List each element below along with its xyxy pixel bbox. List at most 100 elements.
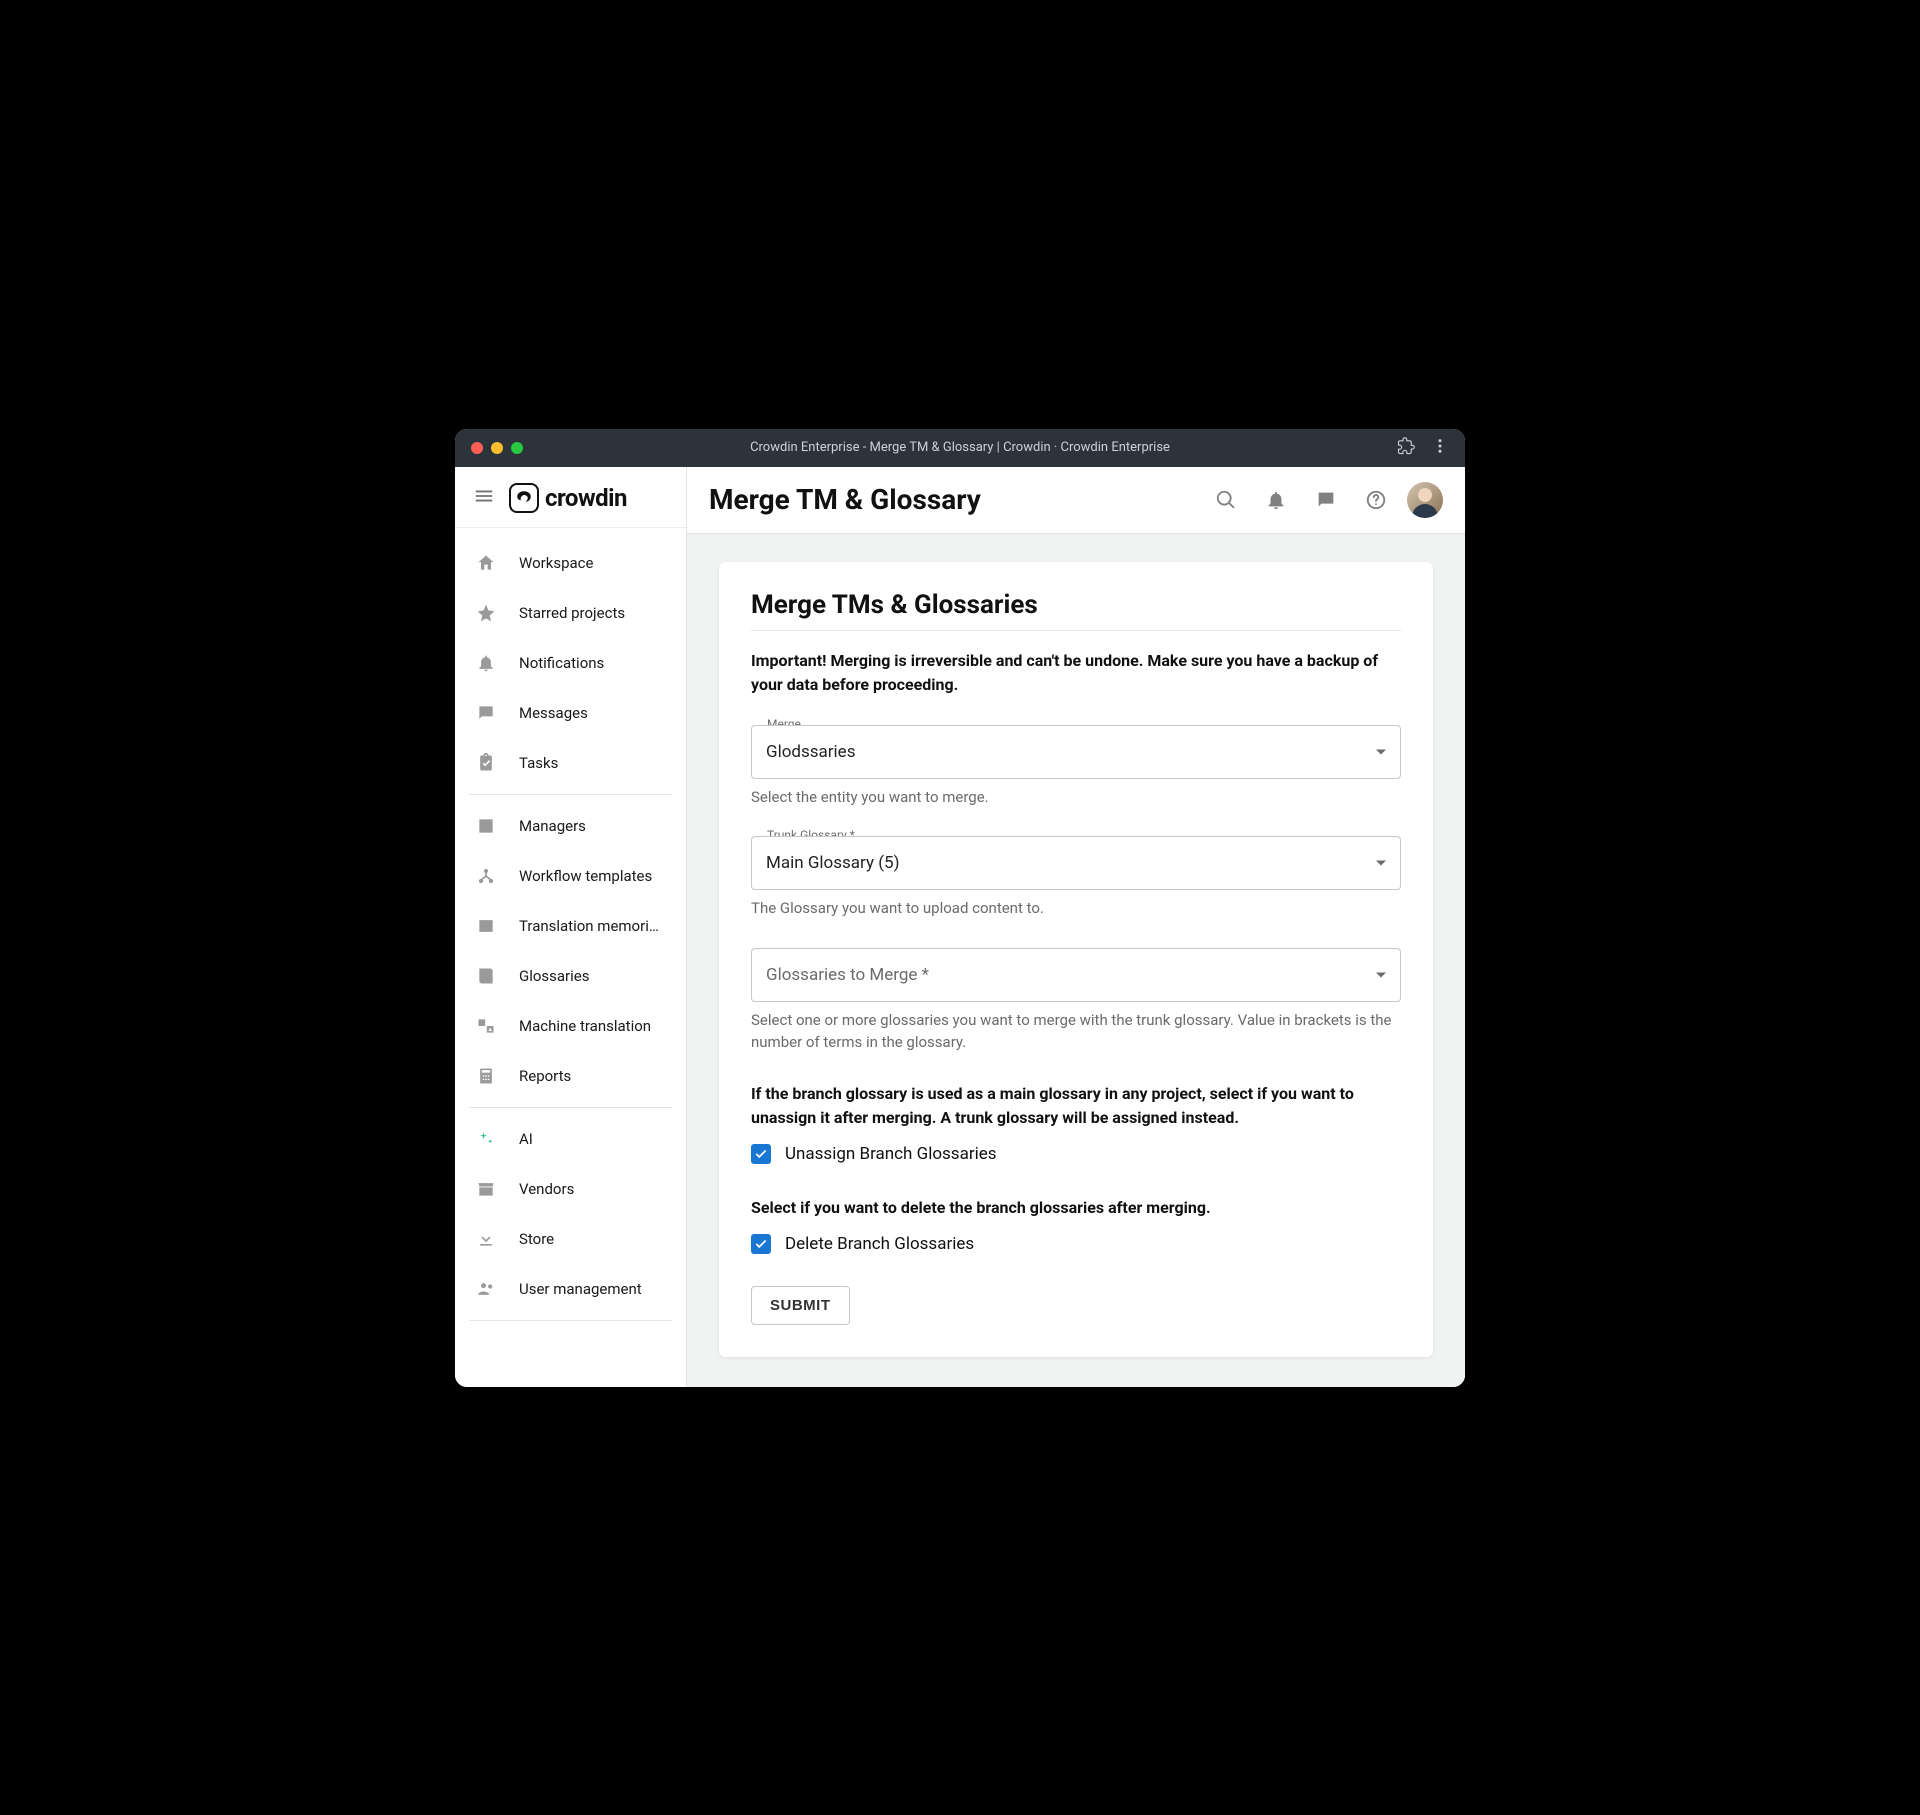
- logo-text: crowdin: [545, 484, 627, 512]
- minimize-window-button[interactable]: [491, 442, 503, 454]
- warning-text: Important! Merging is irreversible and c…: [751, 649, 1401, 697]
- unassign-text: If the branch glossary is used as a main…: [751, 1082, 1401, 1130]
- divider: [469, 794, 672, 795]
- select-value: Glodssaries: [766, 742, 855, 762]
- to-merge-field: Glossaries to Merge *: [751, 948, 1401, 1002]
- sidebar-item-users[interactable]: User management: [455, 1264, 686, 1314]
- delete-checkbox-row: Delete Branch Glossaries: [751, 1234, 1401, 1254]
- sidebar-item-tasks[interactable]: Tasks: [455, 738, 686, 788]
- sidebar-item-managers[interactable]: Managers: [455, 801, 686, 851]
- header: Merge TM & Glossary: [687, 467, 1465, 534]
- person-icon: [475, 815, 497, 837]
- avatar[interactable]: [1407, 482, 1443, 518]
- card-title: Merge TMs & Glossaries: [751, 590, 1401, 631]
- search-icon[interactable]: [1207, 481, 1245, 519]
- maximize-window-button[interactable]: [511, 442, 523, 454]
- sidebar-item-label: User management: [519, 1280, 642, 1298]
- chat-icon: [475, 702, 497, 724]
- chevron-down-icon: [1376, 861, 1386, 866]
- sidebar-item-ai[interactable]: AI: [455, 1114, 686, 1164]
- titlebar: Crowdin Enterprise - Merge TM & Glossary…: [455, 429, 1465, 467]
- divider: [469, 1107, 672, 1108]
- delete-text: Select if you want to delete the branch …: [751, 1196, 1401, 1220]
- chevron-down-icon: [1376, 973, 1386, 978]
- checkbox-label[interactable]: Unassign Branch Glossaries: [785, 1144, 997, 1164]
- page-title: Merge TM & Glossary: [709, 483, 1195, 516]
- storefront-icon: [475, 1178, 497, 1200]
- memory-icon: [475, 915, 497, 937]
- sidebar: crowdin Workspace Starred projects Notif…: [455, 467, 687, 1387]
- sidebar-item-label: Translation memori…: [519, 917, 659, 935]
- main: Merge TM & Glossary Merge TMs & Glossari…: [687, 467, 1465, 1387]
- sidebar-item-starred[interactable]: Starred projects: [455, 588, 686, 638]
- sidebar-nav: Workspace Starred projects Notifications…: [455, 528, 686, 1387]
- content: Merge TMs & Glossaries Important! Mergin…: [687, 534, 1465, 1387]
- trunk-select[interactable]: Main Glossary (5): [751, 836, 1401, 890]
- to-merge-select[interactable]: Glossaries to Merge *: [751, 948, 1401, 1002]
- sidebar-item-label: Managers: [519, 817, 586, 835]
- logo[interactable]: crowdin: [509, 483, 627, 513]
- sidebar-item-label: Machine translation: [519, 1017, 651, 1035]
- helper-text: Select the entity you want to merge.: [751, 787, 1401, 809]
- sidebar-item-label: Starred projects: [519, 604, 625, 622]
- chat-icon[interactable]: [1307, 481, 1345, 519]
- more-icon[interactable]: [1431, 437, 1449, 459]
- calculator-icon: [475, 1065, 497, 1087]
- sidebar-item-label: AI: [519, 1130, 533, 1148]
- sidebar-item-workflow[interactable]: Workflow templates: [455, 851, 686, 901]
- unassign-checkbox[interactable]: [751, 1144, 771, 1164]
- sidebar-item-label: Store: [519, 1230, 554, 1248]
- sidebar-item-mt[interactable]: Machine translation: [455, 1001, 686, 1051]
- download-icon: [475, 1228, 497, 1250]
- translate-icon: [475, 1015, 497, 1037]
- star-icon: [475, 602, 497, 624]
- logo-row: crowdin: [455, 467, 686, 528]
- divider: [469, 1320, 672, 1321]
- book-icon: [475, 965, 497, 987]
- app-window: Crowdin Enterprise - Merge TM & Glossary…: [455, 429, 1465, 1387]
- extensions-icon[interactable]: [1397, 437, 1415, 459]
- select-placeholder: Glossaries to Merge *: [766, 965, 929, 985]
- window-title: Crowdin Enterprise - Merge TM & Glossary…: [750, 440, 1170, 455]
- unassign-checkbox-row: Unassign Branch Glossaries: [751, 1144, 1401, 1164]
- sidebar-item-notifications[interactable]: Notifications: [455, 638, 686, 688]
- home-icon: [475, 552, 497, 574]
- sidebar-item-label: Reports: [519, 1067, 571, 1085]
- chevron-down-icon: [1376, 749, 1386, 754]
- bell-icon[interactable]: [1257, 481, 1295, 519]
- people-icon: [475, 1278, 497, 1300]
- helper-text: The Glossary you want to upload content …: [751, 898, 1401, 920]
- logo-mark-icon: [509, 483, 539, 513]
- clipboard-icon: [475, 752, 497, 774]
- sidebar-item-workspace[interactable]: Workspace: [455, 538, 686, 588]
- sparkle-icon: [475, 1128, 497, 1150]
- bell-icon: [475, 652, 497, 674]
- workflow-icon: [475, 865, 497, 887]
- sidebar-item-label: Messages: [519, 704, 588, 722]
- sidebar-item-label: Glossaries: [519, 967, 590, 985]
- helper-text: Select one or more glossaries you want t…: [751, 1010, 1401, 1054]
- hamburger-icon[interactable]: [473, 485, 495, 511]
- sidebar-item-messages[interactable]: Messages: [455, 688, 686, 738]
- trunk-field: Trunk Glossary * Main Glossary (5): [751, 836, 1401, 890]
- checkbox-label[interactable]: Delete Branch Glossaries: [785, 1234, 974, 1254]
- select-value: Main Glossary (5): [766, 853, 900, 873]
- delete-checkbox[interactable]: [751, 1234, 771, 1254]
- close-window-button[interactable]: [471, 442, 483, 454]
- sidebar-item-glossaries[interactable]: Glossaries: [455, 951, 686, 1001]
- sidebar-item-label: Workflow templates: [519, 867, 652, 885]
- merge-field: Merge Glodssaries: [751, 725, 1401, 779]
- sidebar-item-store[interactable]: Store: [455, 1214, 686, 1264]
- sidebar-item-label: Tasks: [519, 754, 558, 772]
- help-icon[interactable]: [1357, 481, 1395, 519]
- sidebar-item-vendors[interactable]: Vendors: [455, 1164, 686, 1214]
- sidebar-item-tm[interactable]: Translation memori…: [455, 901, 686, 951]
- sidebar-item-label: Workspace: [519, 554, 593, 572]
- card: Merge TMs & Glossaries Important! Mergin…: [719, 562, 1433, 1357]
- submit-button[interactable]: SUBMIT: [751, 1286, 850, 1325]
- sidebar-item-reports[interactable]: Reports: [455, 1051, 686, 1101]
- sidebar-item-label: Notifications: [519, 654, 604, 672]
- traffic-lights: [471, 442, 523, 454]
- sidebar-item-label: Vendors: [519, 1180, 574, 1198]
- merge-select[interactable]: Glodssaries: [751, 725, 1401, 779]
